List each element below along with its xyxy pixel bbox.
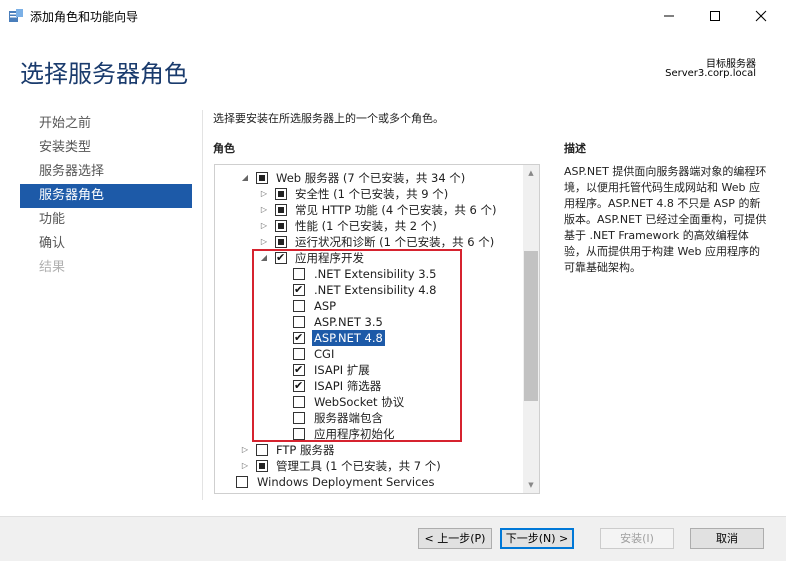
window-title: 添加角色和功能向导 [30, 10, 139, 24]
cancel-button[interactable]: 取消 [690, 528, 764, 549]
role-label: Windows Deployment Services [257, 475, 435, 489]
role-label: FTP 服务器 [276, 443, 335, 457]
nav-item-features[interactable]: 功能 [20, 208, 192, 232]
server-manager-icon [9, 9, 23, 22]
maximize-icon[interactable] [692, 0, 738, 32]
role-label: Web 服务器 (7 个已安装，共 34 个) [276, 171, 466, 185]
tree-scrollbar[interactable]: ▲ ▼ [523, 165, 539, 493]
collapsed-arrow-icon[interactable]: ▷ [259, 202, 269, 218]
role-label: 性能 (1 个已安装，共 2 个) [295, 219, 437, 233]
collapsed-arrow-icon[interactable]: ▷ [259, 218, 269, 234]
nav-item-server-selection[interactable]: 服务器选择 [20, 160, 192, 184]
role-label: 运行状况和诊断 (1 个已安装，共 6 个) [295, 235, 495, 249]
minimize-icon[interactable] [646, 0, 692, 32]
collapsed-arrow-icon[interactable]: ▷ [259, 234, 269, 250]
install-button: 安装(I) [600, 528, 674, 549]
role-checkbox[interactable] [275, 204, 287, 216]
collapsed-arrow-icon[interactable]: ▷ [259, 186, 269, 202]
role-checkbox[interactable] [236, 476, 248, 488]
role-checkbox[interactable] [256, 460, 268, 472]
nav-divider [202, 110, 203, 500]
tree-row[interactable]: ▷ 安全性 (1 个已安装，共 9 个) [215, 186, 521, 202]
wizard-nav: 开始之前 安装类型 服务器选择 服务器角色 功能 确认 结果 [20, 112, 192, 280]
tree-row[interactable]: ▷ 管理工具 (1 个已安装，共 7 个) [215, 458, 521, 474]
role-checkbox[interactable] [256, 444, 268, 456]
tree-row[interactable]: ▷ FTP 服务器 [215, 442, 521, 458]
description-heading: 描述 [564, 142, 586, 155]
scroll-down-icon[interactable]: ▼ [523, 477, 539, 493]
instruction-text: 选择要安装在所选服务器上的一个或多个角色。 [213, 112, 444, 125]
collapsed-arrow-icon[interactable]: ▷ [240, 442, 250, 458]
collapsed-arrow-icon[interactable]: ▷ [240, 458, 250, 474]
role-label: 常见 HTTP 功能 (4 个已安装，共 6 个) [295, 203, 497, 217]
nav-item-installation-type[interactable]: 安装类型 [20, 136, 192, 160]
scrollbar-thumb[interactable] [524, 251, 538, 401]
tree-row[interactable]: ▷ 常见 HTTP 功能 (4 个已安装，共 6 个) [215, 202, 521, 218]
target-server-name: Server3.corp.local [665, 68, 756, 79]
nav-item-server-roles[interactable]: 服务器角色 [20, 184, 192, 208]
close-icon[interactable] [738, 0, 784, 32]
tree-row[interactable]: ▷ 性能 (1 个已安装，共 2 个) [215, 218, 521, 234]
scroll-up-icon[interactable]: ▲ [523, 165, 539, 181]
page-title: 选择服务器角色 [20, 60, 188, 88]
tree-row[interactable]: Windows Deployment Services [215, 474, 521, 490]
role-label: 管理工具 (1 个已安装，共 7 个) [276, 459, 441, 473]
roles-heading: 角色 [213, 142, 235, 155]
role-checkbox[interactable] [275, 236, 287, 248]
next-button[interactable]: 下一步(N) > [500, 528, 574, 549]
description-text: ASP.NET 提供面向服务器端对象的编程环境，以便用托管代码生成网站和 Web… [564, 165, 767, 274]
nav-item-confirmation[interactable]: 确认 [20, 232, 192, 256]
highlight-box [252, 249, 462, 442]
nav-item-before-you-begin[interactable]: 开始之前 [20, 112, 192, 136]
title-bar: 添加角色和功能向导 [0, 0, 786, 32]
previous-button[interactable]: < 上一步(P) [418, 528, 492, 549]
role-checkbox[interactable] [275, 220, 287, 232]
role-label: 安全性 (1 个已安装，共 9 个) [295, 187, 449, 201]
tree-row[interactable]: ▷ 运行状况和诊断 (1 个已安装，共 6 个) [215, 234, 521, 250]
role-checkbox[interactable] [275, 188, 287, 200]
nav-item-results: 结果 [39, 260, 66, 275]
role-checkbox[interactable] [256, 172, 268, 184]
tree-row[interactable]: ◢ Web 服务器 (7 个已安装，共 34 个) [215, 170, 521, 186]
expanded-arrow-icon[interactable]: ◢ [240, 170, 250, 186]
